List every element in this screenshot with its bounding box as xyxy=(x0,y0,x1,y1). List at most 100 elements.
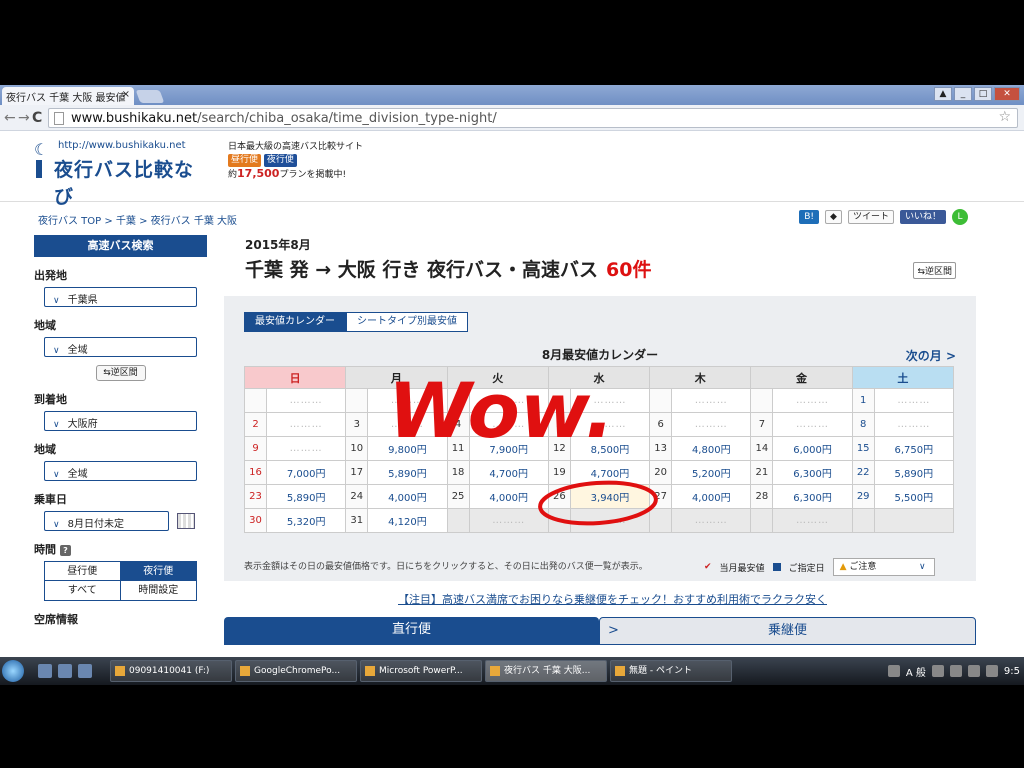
calendar-fare[interactable]: 5,200円 xyxy=(671,460,752,485)
tab-seat-type[interactable]: シートタイプ別最安値 xyxy=(346,312,468,332)
window-close-button[interactable]: ✕ xyxy=(994,87,1020,101)
departure-select[interactable]: ∨ 千葉県 xyxy=(44,287,197,307)
window-user-icon[interactable]: ▲ xyxy=(934,87,952,101)
browser-tab[interactable]: 夜行バス 千葉 大阪 最安値 × xyxy=(2,87,134,105)
arrival-area-select[interactable]: ∨ 全域 xyxy=(44,461,197,481)
browser-tab-bar: 夜行バス 千葉 大阪 最安値 × ▲ _ □ ✕ xyxy=(0,85,1024,105)
reload-icon[interactable]: C xyxy=(32,110,42,126)
caution-dropdown[interactable]: ▲ ご注意 ∨ xyxy=(832,558,935,576)
taskbar-task[interactable]: GoogleChromePo... xyxy=(235,660,357,682)
explorer-icon[interactable] xyxy=(58,664,72,678)
calendar-fare[interactable]: 5,890円 xyxy=(367,460,448,485)
calendar-fare[interactable]: 5,500円 xyxy=(873,484,955,509)
chevron-right-icon: > xyxy=(608,623,619,638)
site-logo[interactable]: ☾ http://www.bushikaku.net 夜行バス比較なび xyxy=(34,138,210,208)
calendar-fare[interactable]: 4,700円 xyxy=(569,460,651,485)
quick-launch xyxy=(38,664,92,678)
weekday-header: 火 xyxy=(446,366,549,389)
start-button[interactable] xyxy=(2,660,24,682)
warning-icon: ▲ xyxy=(839,562,847,572)
reverse-route-button[interactable]: ⇆逆区間 xyxy=(95,365,146,381)
calendar-fare[interactable]: 7,000円 xyxy=(265,460,347,485)
time-option-day[interactable]: 昼行便 xyxy=(45,562,121,581)
calendar-day-number: 22 xyxy=(851,460,875,485)
tab-close-icon[interactable]: × xyxy=(122,89,130,100)
window-maximize-button[interactable]: □ xyxy=(974,87,992,101)
tray-icon[interactable] xyxy=(967,665,980,677)
calendar-fare[interactable]: 4,700円 xyxy=(468,460,549,485)
departure-area-select[interactable]: ∨ 全域 xyxy=(44,337,197,357)
line-share-button[interactable]: L xyxy=(952,209,968,225)
calendar-fare[interactable]: 4,000円 xyxy=(671,484,752,509)
tab-cheapest-calendar[interactable]: 最安値カレンダー xyxy=(244,312,346,332)
calendar-fare: ……… xyxy=(873,388,955,413)
tray-icon[interactable] xyxy=(887,665,900,677)
fare-calendar: 日月火水木金土 ……………………………………………… 1……… 2……… 3……… 4…… xyxy=(243,366,955,533)
calendar-fare[interactable]: 4,000円 xyxy=(367,484,448,509)
clock[interactable]: 9:5 xyxy=(1004,666,1020,677)
calendar-fare[interactable]: 8,500円 xyxy=(569,436,651,461)
tab-transfer[interactable]: > 乗継便 xyxy=(599,617,976,645)
calendar-fare-cheapest[interactable]: 3,940円 xyxy=(569,484,651,509)
show-desktop-icon[interactable] xyxy=(38,664,52,678)
ie-icon[interactable] xyxy=(78,664,92,678)
calendar-fare[interactable]: 6,300円 xyxy=(772,484,853,509)
next-month-link[interactable]: 次の月 > xyxy=(906,347,956,364)
calendar-week-row: 23 5,890円 24 4,000円 25 4,000円 26 3,940円 27 4,000円… xyxy=(244,484,955,509)
calendar-week-row: ……………………………………………… 1……… xyxy=(244,388,955,413)
calendar-day-number: 3 xyxy=(345,412,369,437)
facebook-like-button[interactable]: いいね！ xyxy=(899,210,946,224)
taskbar-task[interactable]: 無題 - ペイント xyxy=(610,660,732,682)
new-tab-button[interactable] xyxy=(135,90,165,103)
weekday-header: 金 xyxy=(750,366,853,389)
calendar-day-number: 24 xyxy=(345,484,369,509)
calendar-icon[interactable] xyxy=(177,513,195,529)
time-option-all[interactable]: すべて xyxy=(45,581,121,600)
taskbar-task[interactable]: 09091410041 (F:) xyxy=(110,660,232,682)
calendar-fare[interactable]: 6,750円 xyxy=(873,436,955,461)
tray-icon[interactable] xyxy=(931,665,944,677)
tweet-button[interactable]: ツイート xyxy=(847,210,894,224)
ime-indicator[interactable]: A 般 xyxy=(906,664,926,679)
calendar-fare[interactable]: 5,890円 xyxy=(873,460,955,485)
calendar-fare[interactable]: 6,000円 xyxy=(772,436,853,461)
result-count: 60件 xyxy=(606,259,652,281)
calendar-fare[interactable]: 4,120円 xyxy=(367,508,448,533)
taskbar-task-label: GoogleChromePo... xyxy=(254,666,341,676)
help-icon[interactable]: ? xyxy=(60,545,71,556)
forward-icon[interactable]: → xyxy=(18,110,30,126)
window-minimize-button[interactable]: _ xyxy=(954,87,972,101)
share-icon[interactable]: ◆ xyxy=(825,210,842,224)
time-option-custom[interactable]: 時間設定 xyxy=(121,581,197,600)
back-icon[interactable]: ← xyxy=(4,110,16,126)
time-label: 時間? xyxy=(34,541,207,557)
calendar-fare[interactable]: 9,800円 xyxy=(367,436,448,461)
calendar-fare[interactable]: 5,890円 xyxy=(265,484,347,509)
calendar-fare[interactable]: 5,320円 xyxy=(265,508,347,533)
badge-night: 夜行便 xyxy=(263,154,297,167)
calendar-fare[interactable]: 4,000円 xyxy=(468,484,549,509)
breadcrumb[interactable]: 夜行バス TOP > 千葉 > 夜行バス 千葉 大阪 xyxy=(38,212,237,227)
taskbar-task[interactable]: 夜行バス 千葉 大阪... xyxy=(485,660,607,682)
chevron-down-icon: ∨ xyxy=(918,562,926,572)
calendar-fare[interactable]: 7,900円 xyxy=(468,436,549,461)
tray-icon[interactable] xyxy=(949,665,962,677)
calendar-fare[interactable]: 4,800円 xyxy=(671,436,752,461)
calendar-fare[interactable]: 6,300円 xyxy=(772,460,853,485)
notice-link[interactable]: 【注目】高速バス満席でお困りなら乗継便をチェック！おすすめ利用術でラクラク安く xyxy=(398,591,827,607)
taskbar-task[interactable]: Microsoft PowerP... xyxy=(360,660,482,682)
address-bar[interactable]: www.bushikaku.net/search/chiba_osaka/tim… xyxy=(48,108,1018,128)
arrival-select[interactable]: ∨ 大阪府 xyxy=(44,411,197,431)
time-option-night[interactable]: 夜行便 xyxy=(120,562,196,581)
taskbar-task-label: Microsoft PowerP... xyxy=(379,666,463,676)
calendar-day-number: 25 xyxy=(446,484,470,509)
date-select[interactable]: ∨ 8月日付未定 xyxy=(44,511,169,531)
bookmark-star-icon[interactable]: ☆ xyxy=(998,109,1011,125)
plan-count-line: 約17,500プランを掲載中! xyxy=(228,167,368,182)
hatena-bookmark-button[interactable]: B! xyxy=(799,210,820,224)
reverse-route-link[interactable]: ⇆逆区間 xyxy=(913,262,956,279)
volume-icon[interactable] xyxy=(985,665,998,677)
taskbar-task-label: 09091410041 (F:) xyxy=(129,666,210,676)
tab-direct[interactable]: 直行便 xyxy=(224,617,599,645)
calendar-day-number xyxy=(345,388,369,413)
